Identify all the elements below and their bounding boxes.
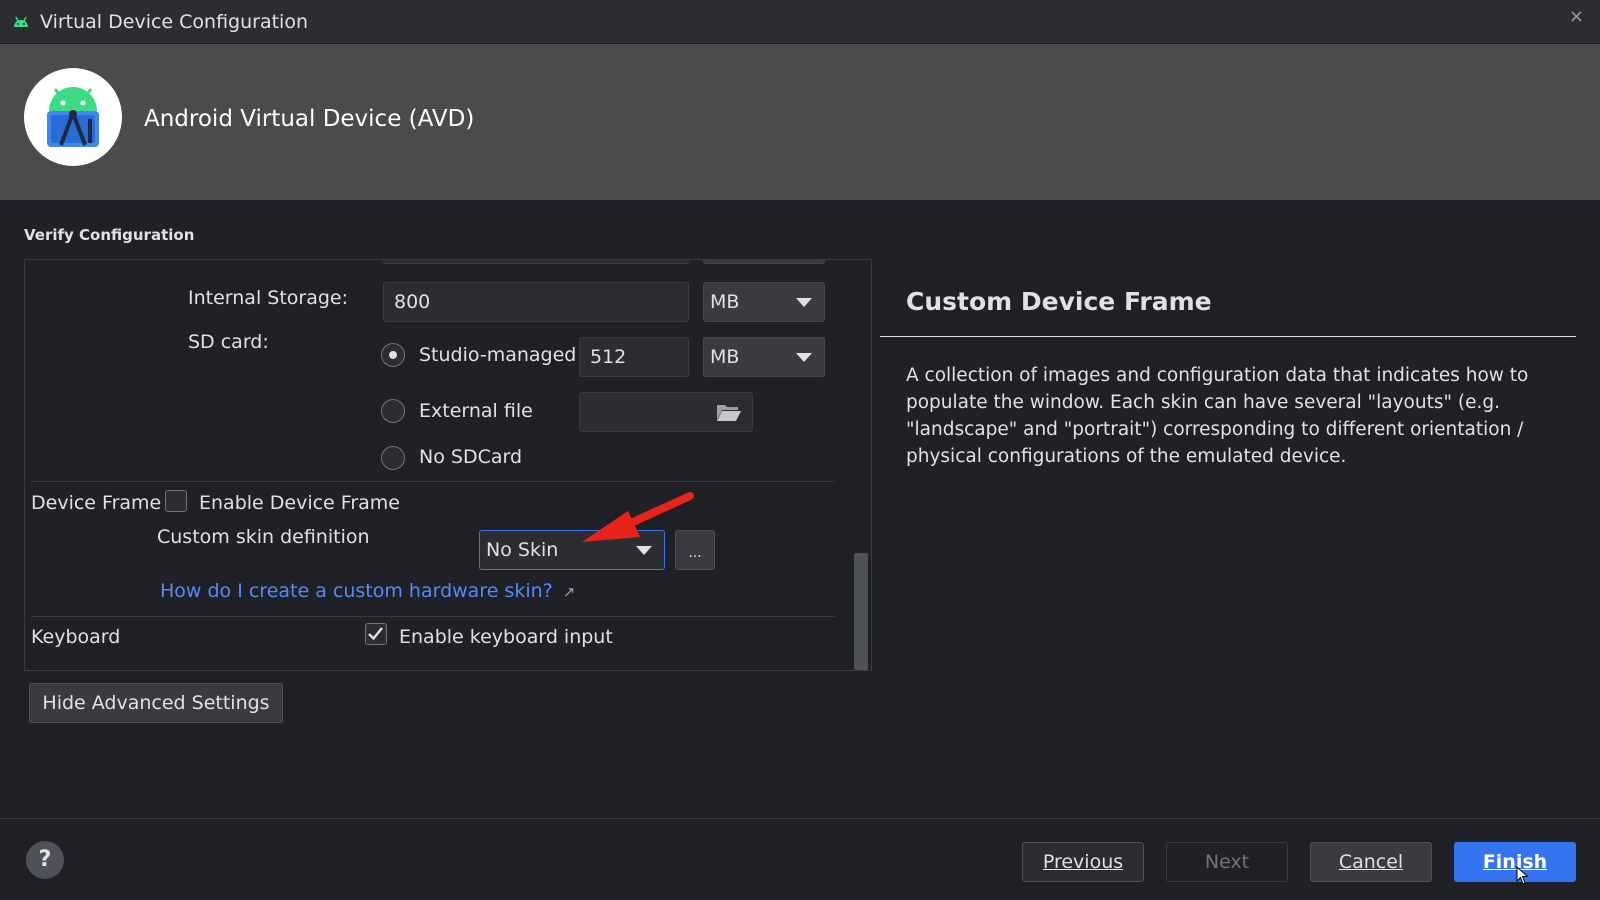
header-title: Android Virtual Device (AVD): [144, 106, 475, 132]
previous-button[interactable]: Previous: [1022, 842, 1144, 882]
window-title: Virtual Device Configuration: [40, 11, 308, 33]
browse-skin-button[interactable]: ...: [675, 530, 715, 570]
mouse-cursor-icon: [1516, 866, 1529, 885]
internal-storage-input[interactable]: 800: [383, 282, 689, 322]
chevron-down-icon: [796, 298, 812, 307]
chevron-down-icon: [796, 353, 812, 362]
footer-divider: [0, 818, 1600, 819]
custom-skin-value: No Skin: [486, 539, 559, 561]
radio-external-file-label[interactable]: External file: [419, 400, 533, 422]
internal-storage-unit-select[interactable]: MB: [703, 282, 825, 322]
checkmark-icon: [368, 627, 383, 641]
radio-studio-managed[interactable]: [381, 343, 405, 367]
folder-open-icon[interactable]: [716, 402, 742, 422]
avd-configuration-window: Virtual Device Configuration × Android V…: [0, 0, 1600, 900]
scrollbar-thumb[interactable]: [854, 553, 868, 670]
android-studio-icon: [47, 87, 99, 147]
external-file-path-input[interactable]: [579, 392, 753, 432]
help-title-rule: [880, 336, 1576, 337]
help-question-icon[interactable]: ?: [26, 841, 64, 879]
cancel-button[interactable]: Cancel: [1310, 842, 1432, 882]
external-link-icon: ↗: [562, 583, 576, 601]
sd-card-label: SD card:: [188, 331, 269, 353]
radio-no-sdcard[interactable]: [381, 446, 405, 470]
custom-skin-help-link-text[interactable]: How do I create a custom hardware skin?: [160, 580, 553, 602]
enable-keyboard-label[interactable]: Enable keyboard input: [399, 626, 613, 648]
chevron-down-icon: [636, 546, 652, 555]
hide-advanced-settings-button[interactable]: Hide Advanced Settings: [29, 683, 283, 723]
android-icon: [14, 16, 28, 27]
settings-scroll-panel[interactable]: Internal Storage: 800 MB SD card: Studio…: [24, 259, 872, 671]
sd-card-size-input[interactable]: 512: [579, 337, 689, 377]
title-bar: Virtual Device Configuration ×: [0, 0, 1600, 44]
radio-no-sdcard-label[interactable]: No SDCard: [419, 446, 522, 468]
custom-skin-help-link[interactable]: How do I create a custom hardware skin? …: [160, 580, 575, 602]
divider: [31, 481, 835, 482]
internal-storage-label: Internal Storage:: [188, 287, 349, 309]
wizard-header: Android Virtual Device (AVD): [0, 44, 1600, 200]
device-frame-label: Device Frame: [31, 492, 162, 514]
android-studio-logo: [24, 68, 122, 166]
cancel-button-label[interactable]: Cancel: [1339, 851, 1403, 873]
previous-button-label[interactable]: Previous: [1043, 851, 1123, 873]
sd-card-unit-value: MB: [710, 346, 740, 368]
sd-card-unit-select[interactable]: MB: [703, 337, 825, 377]
custom-skin-label: Custom skin definition: [157, 526, 370, 548]
custom-skin-select[interactable]: No Skin: [479, 530, 665, 570]
help-title: Custom Device Frame: [906, 287, 1212, 316]
enable-device-frame-label[interactable]: Enable Device Frame: [199, 492, 400, 514]
enable-device-frame-checkbox[interactable]: [165, 490, 187, 512]
enable-keyboard-checkbox[interactable]: [365, 623, 387, 645]
divider: [31, 616, 835, 617]
section-title: Verify Configuration: [24, 226, 195, 244]
keyboard-label: Keyboard: [31, 626, 121, 648]
radio-external-file[interactable]: [381, 399, 405, 423]
clipped-input[interactable]: [383, 260, 689, 264]
radio-studio-managed-label[interactable]: Studio-managed: [419, 344, 576, 366]
internal-storage-unit-value: MB: [710, 291, 740, 313]
finish-button[interactable]: Finish: [1454, 842, 1576, 882]
close-icon[interactable]: ×: [1569, 6, 1584, 27]
clipped-select[interactable]: [703, 260, 825, 264]
finish-button-label[interactable]: Finish: [1483, 851, 1547, 873]
next-button[interactable]: Next: [1166, 842, 1288, 882]
help-description: A collection of images and configuration…: [906, 365, 1529, 467]
